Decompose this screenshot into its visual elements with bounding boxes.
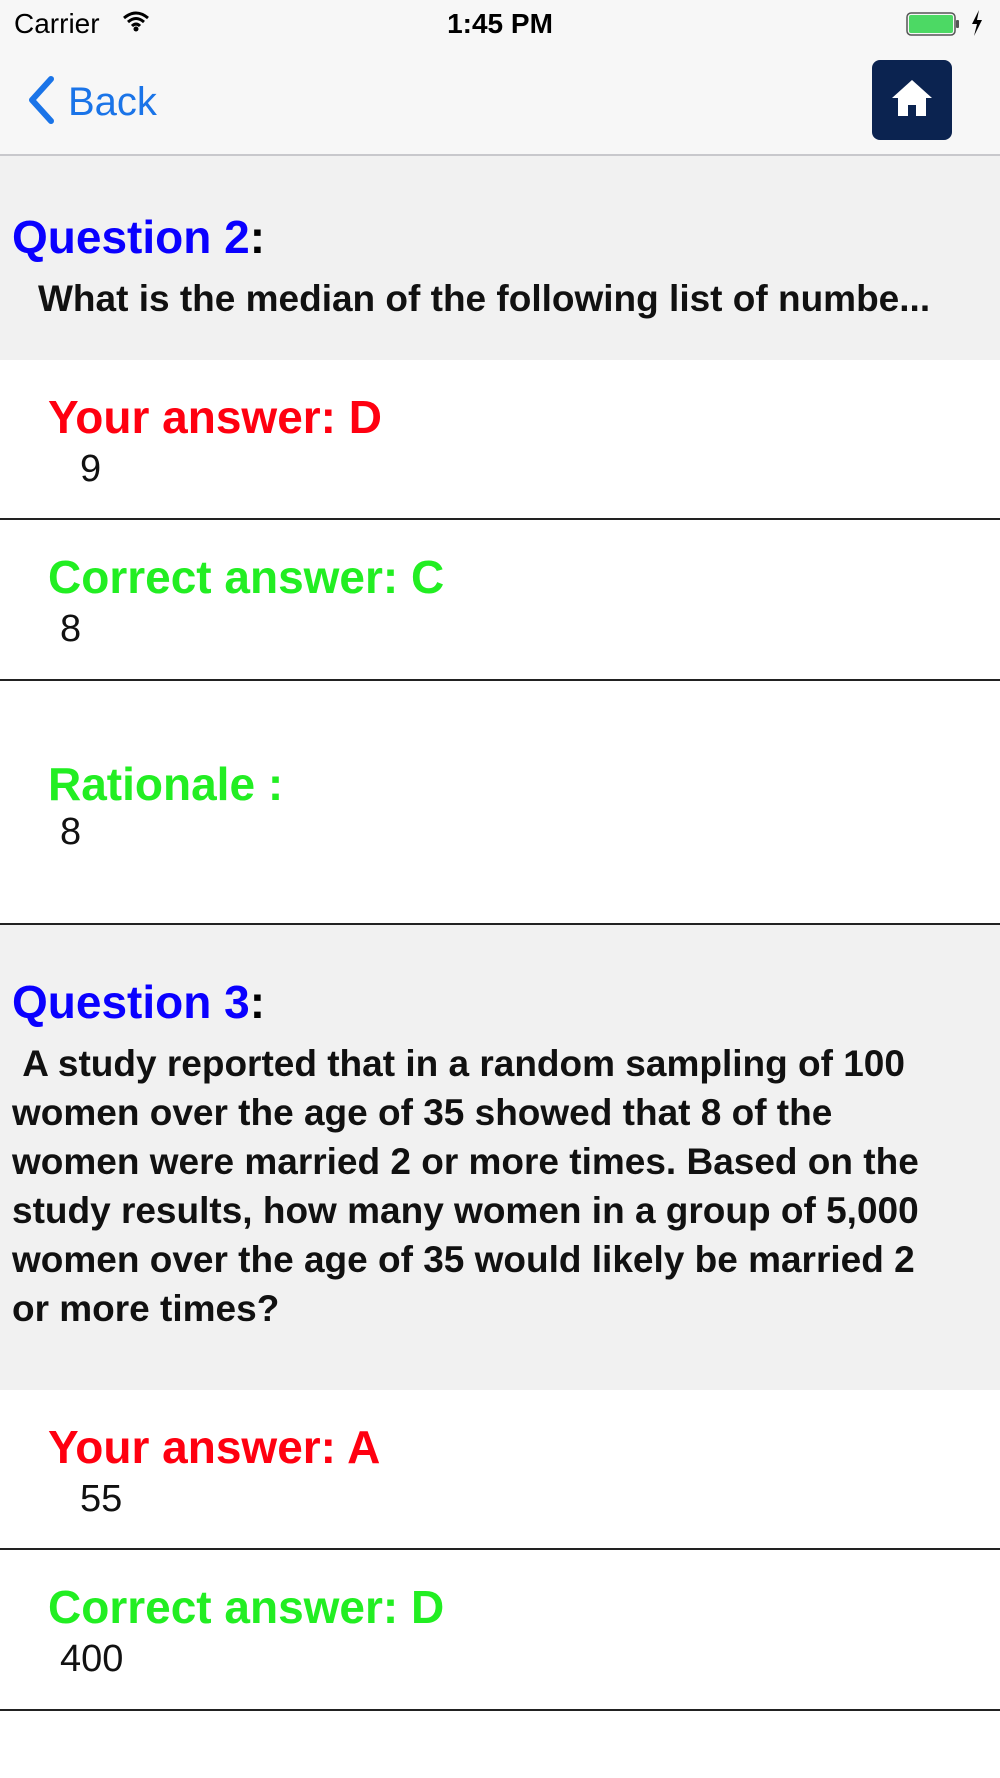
your-answer-value: 9 (80, 448, 102, 490)
your-answer-value: 55 (80, 1478, 123, 1520)
navigation-bar: Back (0, 50, 1000, 156)
clock-label: 1:45 PM (447, 8, 553, 39)
correct-answer-label: Correct answer: C (48, 551, 445, 603)
back-button[interactable]: Back (26, 74, 157, 130)
status-bar: Carrier 1:45 PM (0, 0, 1000, 50)
charging-bolt-icon (970, 9, 984, 42)
question-title: Question 3: (12, 975, 265, 1029)
correct-answer-row: Correct answer: D 400 (0, 1550, 1000, 1710)
question-colon: : (249, 976, 266, 1028)
correct-answer-value: 8 (60, 608, 82, 650)
chevron-left-icon (26, 75, 56, 130)
question-header: Question 3: A study reported that in a r… (0, 925, 1000, 1390)
correct-answer-label: Correct answer: D (48, 1581, 445, 1633)
your-answer-row: Your answer: A 55 (0, 1390, 1000, 1550)
question-header: Question 2: What is the median of the fo… (0, 156, 1000, 360)
question-title: Question 2: (12, 210, 265, 264)
question-text: A study reported that in a random sampli… (12, 1043, 919, 1329)
correct-answer-row: Correct answer: C 8 (0, 520, 1000, 680)
home-button[interactable] (872, 60, 952, 140)
question-number: Question 2 (12, 211, 250, 263)
divider (0, 1709, 1000, 1711)
question-text: What is the median of the following list… (38, 278, 931, 319)
your-answer-label: Your answer: A (48, 1421, 381, 1473)
rationale-value: 8 (60, 811, 82, 853)
rationale-row: Rationale : 8 (0, 681, 1000, 923)
your-answer-row: Your answer: D 9 (0, 360, 1000, 520)
back-label: Back (68, 79, 157, 124)
your-answer-label: Your answer: D (48, 391, 382, 443)
correct-answer-value: 400 (60, 1638, 124, 1680)
home-icon (890, 78, 934, 123)
rationale-label: Rationale : (48, 758, 284, 810)
battery-icon (906, 12, 960, 36)
question-colon: : (249, 211, 266, 263)
question-number: Question 3 (12, 976, 250, 1028)
